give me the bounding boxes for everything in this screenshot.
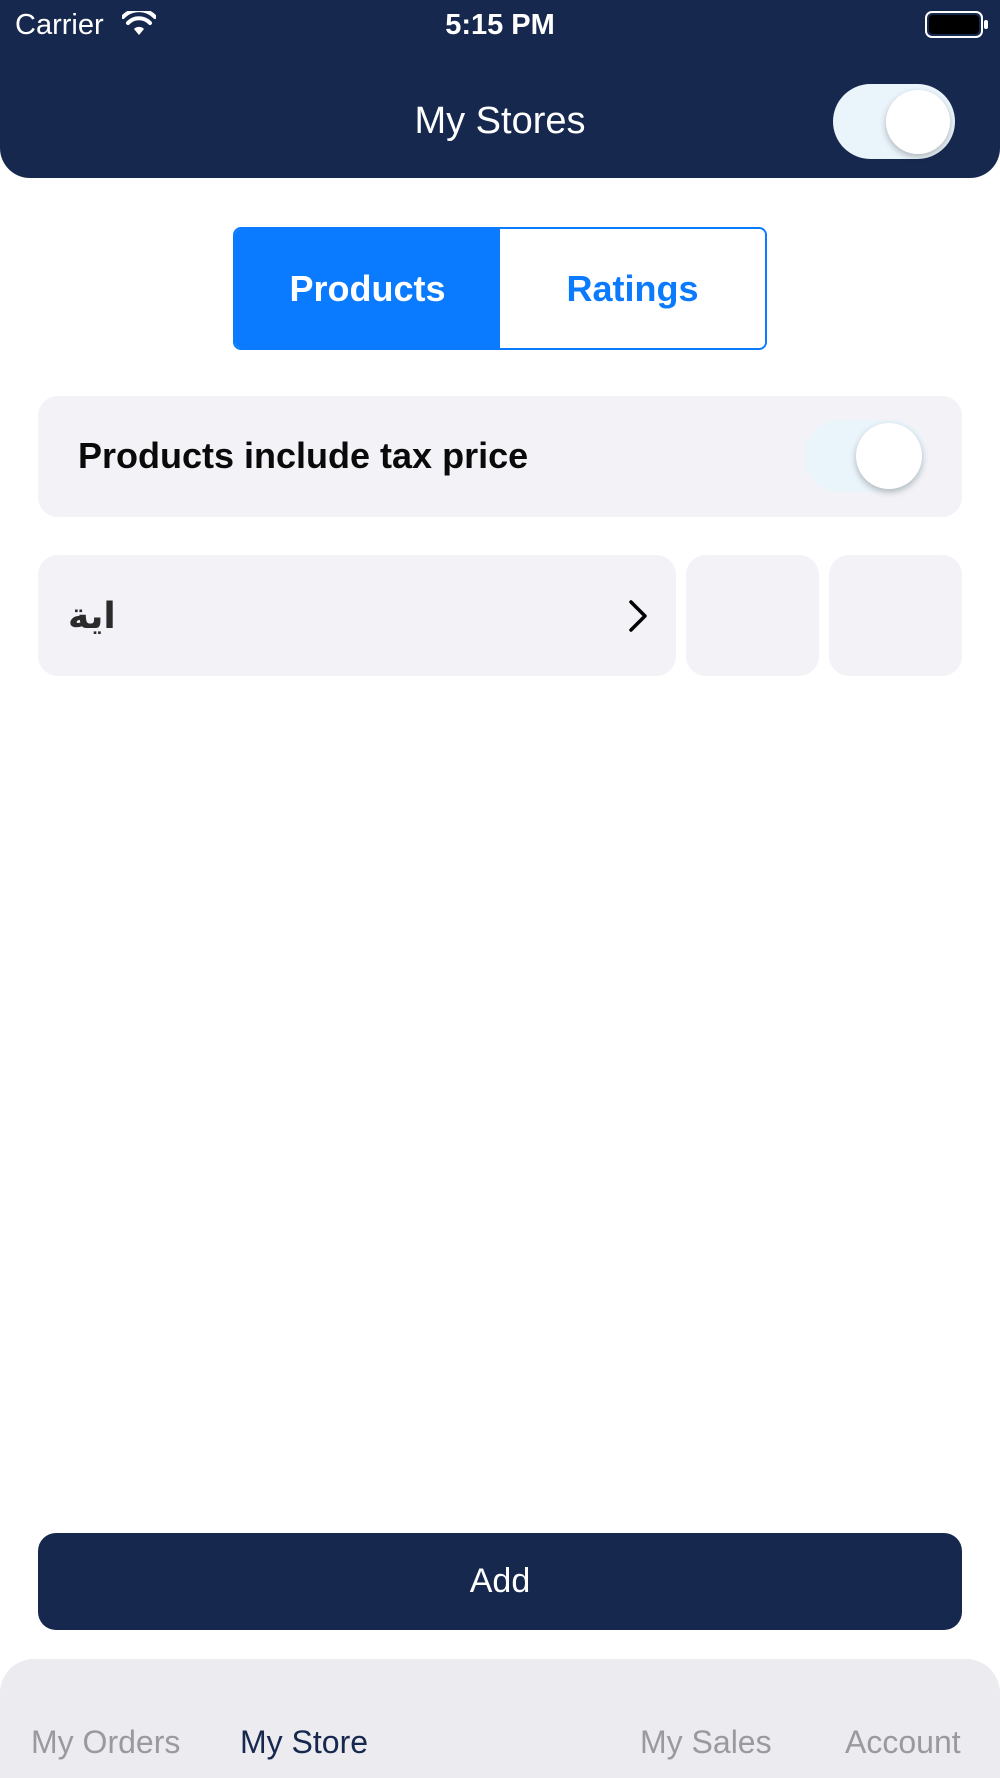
tab-my-orders[interactable]: My Orders: [31, 1724, 180, 1761]
toggle-knob: [856, 423, 922, 489]
tab-products[interactable]: Products: [235, 229, 500, 348]
status-time: 5:15 PM: [445, 9, 555, 41]
tax-setting-label: Products include tax price: [78, 435, 529, 476]
tab-my-sales[interactable]: My Sales: [640, 1724, 772, 1761]
segmented-control: Products Ratings: [233, 227, 767, 350]
battery-icon: [925, 11, 988, 38]
tab-account[interactable]: Account: [845, 1724, 961, 1761]
chevron-right-icon: [629, 600, 647, 632]
store-open-toggle[interactable]: [833, 84, 955, 159]
category-option-box[interactable]: [686, 555, 819, 676]
category-option-box[interactable]: [829, 555, 962, 676]
add-button[interactable]: Add: [38, 1533, 962, 1630]
category-selector[interactable]: اية: [38, 555, 676, 676]
tab-ratings[interactable]: Ratings: [500, 229, 765, 348]
toggle-knob: [886, 90, 950, 154]
tax-setting-row: Products include tax price: [38, 396, 962, 517]
tax-toggle[interactable]: [804, 420, 926, 492]
status-bar: Carrier 5:15 PM: [0, 0, 1000, 50]
header-bar: Carrier 5:15 PM My Stores: [0, 0, 1000, 178]
tab-my-store[interactable]: My Store: [240, 1724, 368, 1761]
bottom-tab-bar: My Orders My Store My Sales Account: [0, 1659, 1000, 1778]
category-label: اية: [68, 595, 116, 636]
